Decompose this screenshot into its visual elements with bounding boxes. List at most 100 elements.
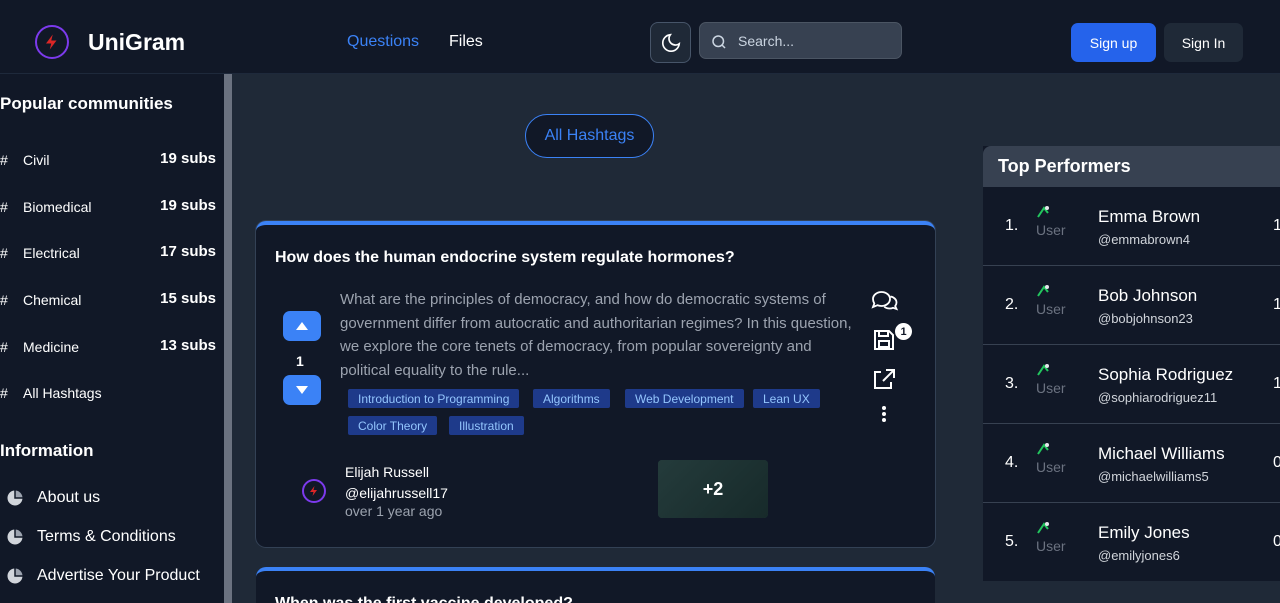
hash-icon: # — [0, 245, 8, 261]
question-title[interactable]: When was the first vaccine developed? — [275, 595, 573, 603]
vote-count: 1 — [296, 353, 304, 369]
community-subs: 13 subs — [160, 337, 216, 354]
community-subs: 19 subs — [160, 197, 216, 214]
performer-name: Bob Johnson — [1098, 286, 1198, 305]
pie-chart-icon — [7, 529, 23, 545]
share-button[interactable] — [870, 366, 898, 392]
question-card: When was the first vaccine developed? — [256, 567, 935, 603]
info-item-label: Terms & Conditions — [37, 528, 176, 545]
comments-button[interactable] — [869, 287, 901, 313]
performer-name: Michael Williams — [1098, 444, 1225, 463]
avatar-alt-text: User — [1036, 301, 1066, 317]
search-input[interactable] — [738, 31, 893, 51]
signup-button[interactable]: Sign up — [1071, 23, 1156, 62]
community-item-electrical[interactable]: # Electrical 17 subs — [0, 243, 216, 263]
theme-toggle-button[interactable] — [650, 22, 691, 63]
tag-chip[interactable]: Web Development — [625, 389, 744, 408]
floppy-disk-icon — [874, 330, 894, 350]
nav-questions-link[interactable]: Questions — [347, 33, 419, 51]
community-name: Chemical — [23, 292, 82, 308]
post-timestamp: over 1 year ago — [345, 503, 443, 519]
hash-icon: # — [0, 385, 8, 401]
performer-score: 1 — [1273, 296, 1280, 313]
top-performers-header: Top Performers — [983, 146, 1280, 187]
information-title: Information — [0, 441, 94, 460]
tag-chip[interactable]: Algorithms — [533, 389, 610, 408]
community-subs: 19 subs — [160, 150, 216, 167]
chevron-down-icon — [296, 386, 308, 394]
sidebar-all-hashtags-link[interactable]: # All Hashtags — [0, 383, 216, 403]
performer-name: Emma Brown — [1098, 207, 1201, 226]
info-item-label: Advertise Your Product — [37, 567, 200, 584]
share-icon — [874, 369, 895, 389]
performer-handle: @bobjohnson23 — [1098, 311, 1193, 326]
tag-chip[interactable]: Color Theory — [348, 416, 438, 435]
info-item-advertise[interactable]: Advertise Your Product — [6, 565, 200, 587]
chevron-up-icon — [296, 322, 308, 330]
performer-handle: @michaelwilliams5 — [1098, 469, 1209, 484]
top-performers-title: Top Performers — [998, 156, 1131, 176]
hash-icon: # — [0, 292, 8, 308]
popular-communities-title: Popular communities — [0, 94, 173, 113]
performer-avatar: User — [1036, 442, 1066, 475]
tag-chip[interactable]: Lean UX — [753, 389, 820, 408]
search-icon — [712, 35, 726, 49]
performer-rank: 4. — [1005, 454, 1019, 471]
performer-row[interactable]: 2. User Bob Johnson @bobjohnson23 1 — [983, 266, 1280, 345]
upvote-button[interactable] — [283, 311, 321, 341]
performer-rank: 1. — [1005, 217, 1019, 234]
performer-rank: 3. — [1005, 375, 1019, 392]
performer-row[interactable]: 5. User Emily Jones @emilyjones6 0 — [983, 503, 1280, 582]
info-item-terms[interactable]: Terms & Conditions — [6, 526, 176, 548]
performer-handle: @emilyjones6 — [1098, 548, 1180, 563]
brand-logo-icon — [310, 486, 317, 496]
all-hashtags-button[interactable]: All Hashtags — [525, 114, 654, 158]
more-options-button[interactable] — [874, 403, 894, 425]
broken-image-icon — [1037, 364, 1049, 376]
sidebar-scrollbar[interactable] — [224, 74, 232, 603]
question-title[interactable]: How does the human endocrine system regu… — [275, 249, 735, 267]
moon-icon — [661, 33, 680, 52]
signin-button[interactable]: Sign In — [1164, 23, 1243, 62]
top-performers-panel: Top Performers 1. User Emma Brown @emmab… — [983, 146, 1280, 581]
brand-name[interactable]: UniGram — [88, 29, 185, 56]
performer-score: 1 — [1273, 375, 1280, 392]
performer-rank: 2. — [1005, 296, 1019, 313]
save-button[interactable] — [871, 327, 897, 353]
performer-row[interactable]: 4. User Michael Williams @michaelwilliam… — [983, 424, 1280, 503]
performer-avatar: User — [1036, 205, 1066, 238]
performer-score: 0 — [1273, 533, 1280, 550]
broken-image-icon — [1037, 522, 1049, 534]
tag-chip[interactable]: Illustration — [449, 416, 524, 435]
broken-image-icon — [1037, 285, 1049, 297]
author-avatar[interactable] — [302, 479, 326, 503]
performer-row[interactable]: 1. User Emma Brown @emmabrown4 1 — [983, 187, 1280, 266]
avatar-alt-text: User — [1036, 538, 1066, 554]
community-item-biomedical[interactable]: # Biomedical 19 subs — [0, 197, 216, 217]
brand-logo-icon[interactable] — [35, 25, 69, 59]
community-name: Biomedical — [23, 199, 92, 215]
author-handle: @elijahrussell17 — [345, 485, 448, 501]
search-box — [699, 22, 902, 59]
top-header: UniGram Questions Files Sign up Sign In — [0, 0, 1280, 74]
nav-files-link[interactable]: Files — [449, 33, 483, 51]
author-name[interactable]: Elijah Russell — [345, 464, 429, 480]
avatar-alt-text: User — [1036, 222, 1066, 238]
hash-icon: # — [0, 152, 8, 168]
broken-image-icon — [1037, 206, 1049, 218]
performer-score: 1 — [1273, 217, 1280, 234]
comments-icon — [871, 291, 899, 311]
performer-score: 0 — [1273, 454, 1280, 471]
community-item-medicine[interactable]: # Medicine 13 subs — [0, 337, 216, 357]
community-item-civil[interactable]: # Civil 19 subs — [0, 150, 216, 170]
tag-chip[interactable]: Introduction to Programming — [348, 389, 520, 408]
performer-row[interactable]: 3. User Sophia Rodriguez @sophiarodrigue… — [983, 345, 1280, 424]
performer-avatar: User — [1036, 284, 1066, 317]
downvote-button[interactable] — [283, 375, 321, 405]
community-item-chemical[interactable]: # Chemical 15 subs — [0, 290, 216, 310]
more-images-count: +2 — [702, 478, 724, 499]
attachment-thumbnail[interactable]: +2 — [658, 460, 768, 518]
performer-name: Sophia Rodriguez — [1098, 365, 1234, 384]
performer-handle: @sophiarodriguez11 — [1098, 390, 1218, 405]
info-item-about[interactable]: About us — [6, 487, 100, 509]
